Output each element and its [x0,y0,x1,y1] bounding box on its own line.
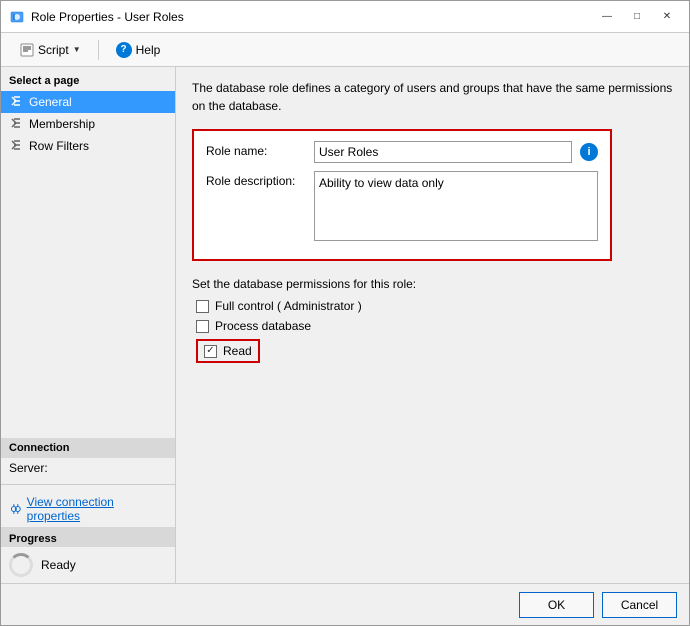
connection-section: Connection [1,438,175,458]
checkmark-icon: ✓ [206,346,214,356]
process-database-checkbox[interactable] [196,320,209,333]
title-bar-left: Role Properties - User Roles [9,9,184,25]
full-control-row: Full control ( Administrator ) [192,299,673,313]
role-name-row: Role name: i [206,141,598,163]
permissions-label: Set the database permissions for this ro… [192,277,673,291]
minimize-button[interactable]: — [593,6,621,28]
connection-properties-icon [9,502,23,516]
script-icon [20,43,34,57]
role-name-label: Role name: [206,141,306,158]
progress-section: Progress [1,527,175,547]
ready-label: Ready [41,558,76,572]
bottom-bar: OK Cancel [1,583,689,625]
row-filters-icon [9,139,23,153]
title-bar-buttons: — □ ✕ [593,6,681,28]
general-label: General [29,95,72,109]
main-window: Role Properties - User Roles — □ ✕ Scrip… [0,0,690,626]
membership-label: Membership [29,117,95,131]
read-row: ✓ Read [196,339,260,363]
process-database-row: Process database [192,319,673,333]
row-filters-label: Row Filters [29,139,89,153]
form-box: Role name: i Role description: Ability t… [192,129,612,261]
progress-item: Ready [1,547,175,583]
help-icon: ? [116,42,132,58]
role-description-label: Role description: [206,171,306,188]
maximize-button[interactable]: □ [623,6,651,28]
window-icon [9,9,25,25]
script-dropdown-arrow: ▼ [73,45,81,54]
main-panel: The database role defines a category of … [176,67,689,583]
full-control-checkbox[interactable] [196,300,209,313]
sidebar-divider [1,484,175,485]
sidebar-item-membership[interactable]: Membership [1,113,175,135]
ok-button[interactable]: OK [519,592,594,618]
role-description-textarea[interactable]: Ability to view data only [314,171,598,241]
close-button[interactable]: ✕ [653,6,681,28]
view-connection-properties-link[interactable]: View connection properties [1,491,175,527]
help-button[interactable]: ? Help [107,38,170,62]
server-row: Server: [1,458,175,478]
info-icon[interactable]: i [580,143,598,161]
general-icon [9,95,23,109]
toolbar: Script ▼ ? Help [1,33,689,67]
read-label: Read [223,344,252,358]
read-checkbox[interactable]: ✓ [204,345,217,358]
toolbar-separator [98,40,99,60]
membership-icon [9,117,23,131]
role-name-input[interactable] [314,141,572,163]
description-text: The database role defines a category of … [192,79,673,115]
progress-spinner [9,553,33,577]
sidebar-item-general[interactable]: General [1,91,175,113]
title-bar: Role Properties - User Roles — □ ✕ [1,1,689,33]
full-control-label: Full control ( Administrator ) [215,299,362,313]
select-page-label: Select a page [1,67,175,91]
content-area: Select a page General M [1,67,689,583]
role-description-row: Role description: Ability to view data o… [206,171,598,241]
sidebar-item-row-filters[interactable]: Row Filters [1,135,175,157]
process-database-label: Process database [215,319,311,333]
sidebar: Select a page General M [1,67,176,583]
cancel-button[interactable]: Cancel [602,592,677,618]
script-button[interactable]: Script ▼ [11,39,90,61]
window-title: Role Properties - User Roles [31,10,184,24]
